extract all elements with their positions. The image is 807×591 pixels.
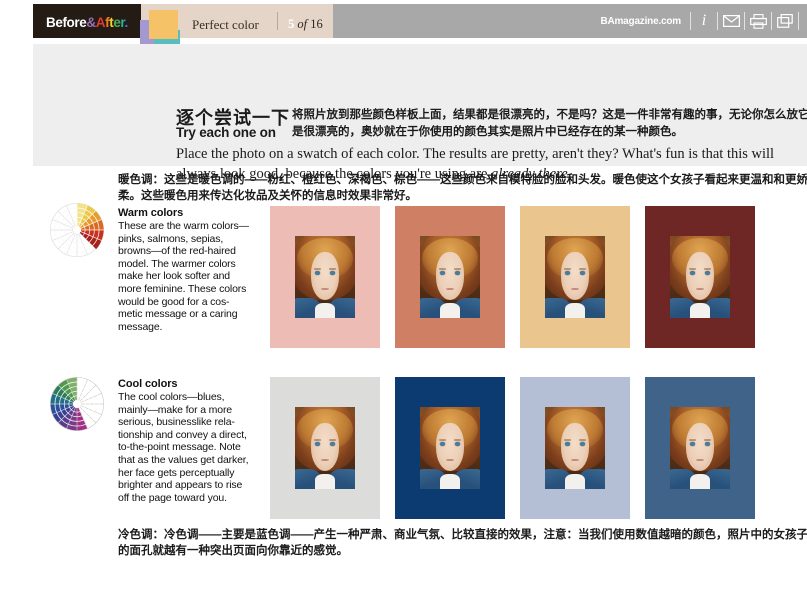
warm-swatch-salmon[interactable] bbox=[395, 206, 505, 348]
cool-swatch-navy[interactable] bbox=[395, 377, 505, 519]
logo-ampersand: & bbox=[86, 15, 96, 30]
header-bar: Before&After. Perfect color 5 of 16 BAma… bbox=[0, 0, 807, 54]
logo-square-orange bbox=[149, 10, 178, 39]
envelope-icon[interactable] bbox=[718, 10, 744, 32]
intro-en-heading: Try each one on bbox=[176, 125, 276, 140]
printer-icon[interactable] bbox=[745, 10, 771, 32]
cool-title: Cool colors bbox=[118, 378, 178, 390]
warm-cn-note: 暖色调：这些是暖色调的——粉红、橙红色、深褐色、棕色——这些颜色来自模特脸的脸和… bbox=[118, 174, 807, 202]
header-left-padding bbox=[0, 0, 33, 38]
toolbar-divider-5 bbox=[798, 12, 799, 30]
portrait-photo bbox=[420, 236, 480, 318]
header-page-of: of bbox=[297, 17, 308, 31]
cool-swatch-light-gray[interactable] bbox=[270, 377, 380, 519]
intro-cn-body: 将照片放到那些颜色样板上面，结果都是很漂亮的，不是吗？这是一件非常有趣的事，无论… bbox=[292, 109, 807, 138]
portrait-photo bbox=[670, 236, 730, 318]
header-page-total: 16 bbox=[310, 17, 323, 31]
tab-divider bbox=[277, 12, 278, 30]
portrait-photo bbox=[295, 236, 355, 318]
page-root: Before&After. Perfect color 5 of 16 BAma… bbox=[0, 0, 807, 591]
portrait-photo bbox=[670, 407, 730, 489]
cool-body: The cool colors—blues, mainly—make for a… bbox=[118, 391, 249, 504]
warm-color-wheel-icon bbox=[48, 201, 106, 259]
logo-after-a: A bbox=[95, 15, 106, 30]
warm-swatch-sepia-tan[interactable] bbox=[520, 206, 630, 348]
brand-logo[interactable]: Before&After. bbox=[46, 15, 128, 30]
window-icon[interactable] bbox=[772, 10, 798, 32]
warm-title: Warm colors bbox=[118, 207, 184, 219]
logo-before: Before bbox=[46, 15, 87, 30]
footer-bar: 5 of 16 Perfect color 0453 bbox=[0, 555, 807, 591]
tab-title: Perfect color bbox=[192, 17, 259, 32]
header-page-indicator: 5 of 16 bbox=[288, 17, 323, 32]
logo-after-dot: . bbox=[124, 15, 129, 30]
warm-swatch-dark-maroon[interactable] bbox=[645, 206, 755, 348]
warm-swatch-pink[interactable] bbox=[270, 206, 380, 348]
warm-body: These are the warm colors—pinks, salmons… bbox=[118, 220, 249, 333]
site-name: BAmagazine.com bbox=[600, 16, 681, 27]
portrait-photo bbox=[545, 236, 605, 318]
cool-swatch-periwinkle[interactable] bbox=[520, 377, 630, 519]
warm-text-block: Warm colors These are the warm colors—pi… bbox=[118, 207, 253, 333]
portrait-photo bbox=[545, 407, 605, 489]
cool-color-wheel-icon bbox=[48, 375, 106, 433]
cool-text-block: Cool colors The cool colors—blues, mainl… bbox=[118, 378, 253, 504]
intro-panel: 逐个尝试一下 Try each one on 将照片放到那些颜色样板上面，结果都… bbox=[33, 44, 807, 182]
info-icon[interactable]: i bbox=[691, 10, 717, 32]
portrait-photo bbox=[295, 407, 355, 489]
cool-swatch-slate-blue[interactable] bbox=[645, 377, 755, 519]
toolbar-icons: i bbox=[690, 10, 799, 32]
header-page-current: 5 bbox=[288, 17, 295, 31]
portrait-photo bbox=[420, 407, 480, 489]
